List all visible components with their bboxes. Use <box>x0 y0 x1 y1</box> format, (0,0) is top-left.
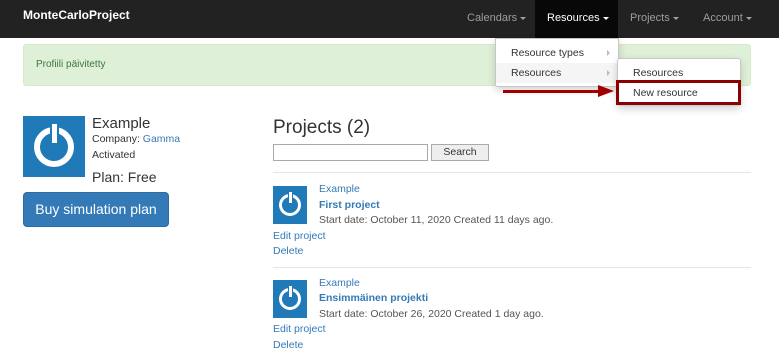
search-input[interactable] <box>273 144 428 161</box>
profile-status: Activated <box>92 149 136 161</box>
project-meta: Start date: October 11, 2020 Created 11 … <box>319 214 554 226</box>
project-owner-link[interactable]: Example <box>319 183 360 195</box>
project-avatar <box>273 280 307 318</box>
project-title-link[interactable]: First project <box>319 199 380 211</box>
brand-link[interactable]: MonteCarloProject <box>23 8 130 22</box>
delete-project-link[interactable]: Delete <box>273 339 303 351</box>
project-meta: Start date: October 26, 2020 Created 1 d… <box>319 308 544 320</box>
buy-simulation-plan-button[interactable]: Buy simulation plan <box>23 192 169 227</box>
divider <box>273 267 751 268</box>
nav-calendars-label: Calendars <box>467 12 518 24</box>
power-icon-bar <box>52 124 57 143</box>
profile-company: Company: Gamma <box>92 133 180 145</box>
caret-down-icon <box>672 16 679 20</box>
power-icon-bar <box>289 192 292 203</box>
submenu-item-new-resource[interactable]: New resource <box>616 80 741 105</box>
chevron-right-icon <box>607 50 610 56</box>
nav-resources[interactable]: Resources <box>535 0 618 38</box>
caret-down-icon <box>745 16 752 20</box>
nav-calendars[interactable]: Calendars <box>467 0 527 38</box>
resources-dropdown: Resource types Resources <box>495 38 619 87</box>
avatar <box>23 116 85 177</box>
project-owner-link[interactable]: Example <box>319 277 360 289</box>
power-icon-bar <box>289 286 292 297</box>
nav-account-label: Account <box>703 12 743 24</box>
menu-item-label: Resources <box>511 67 562 79</box>
profile-plan: Plan: Free <box>92 169 157 185</box>
delete-project-link[interactable]: Delete <box>273 245 303 257</box>
chevron-right-icon <box>607 70 610 76</box>
caret-down-icon <box>602 16 609 20</box>
menu-item-resources[interactable]: Resources <box>496 63 618 83</box>
nav-account[interactable]: Account <box>703 0 752 38</box>
edit-project-link[interactable]: Edit project <box>273 323 326 335</box>
annotation-arrow <box>503 90 603 93</box>
alert-message: Profiili päivitetty <box>36 59 106 70</box>
company-link[interactable]: Gamma <box>143 133 180 145</box>
submenu-item-label: New resource <box>633 87 698 99</box>
menu-item-label: Resource types <box>511 47 584 59</box>
submenu-item-label: Resources <box>633 67 684 79</box>
menu-item-resource-types[interactable]: Resource types <box>496 43 618 63</box>
top-navbar: MonteCarloProject Calendars Resources Pr… <box>0 0 779 38</box>
project-title-link[interactable]: Ensimmäinen projekti <box>319 292 428 304</box>
page-title: Projects (2) <box>273 117 371 138</box>
nav-projects-label: Projects <box>630 12 670 24</box>
annotation-arrow-head <box>598 85 614 97</box>
caret-down-icon <box>520 16 527 20</box>
nav-projects[interactable]: Projects <box>630 0 679 38</box>
divider <box>273 172 751 173</box>
edit-project-link[interactable]: Edit project <box>273 230 326 242</box>
company-label: Company: <box>92 133 140 145</box>
search-button[interactable]: Search <box>431 144 489 161</box>
nav-resources-label: Resources <box>547 12 600 24</box>
profile-name: Example <box>92 115 151 132</box>
project-avatar <box>273 186 307 224</box>
